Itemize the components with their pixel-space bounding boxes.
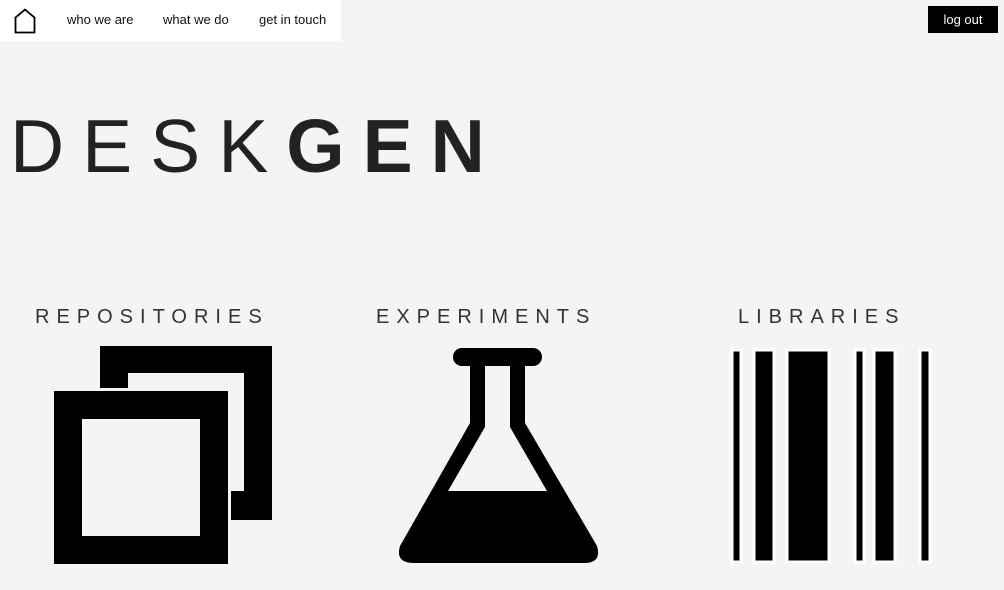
logo-bold-text: GEN — [286, 104, 503, 188]
site-logo: DESKGEN — [10, 102, 503, 190]
section-label-repositories[interactable]: REPOSITORIES — [35, 306, 269, 329]
home-icon[interactable] — [14, 8, 36, 34]
logout-button[interactable]: log out — [928, 6, 998, 33]
section-label-libraries[interactable]: LIBRARIES — [738, 306, 905, 329]
barcode-icon[interactable] — [728, 346, 938, 571]
nav-link-who-we-are[interactable]: who we are — [67, 12, 133, 27]
logo-light-text: DESK — [10, 104, 287, 188]
repositories-icon[interactable] — [51, 346, 274, 571]
section-label-experiments[interactable]: EXPERIMENTS — [376, 306, 596, 329]
top-nav: who we are what we do get in touch — [0, 0, 341, 41]
nav-link-what-we-do[interactable]: what we do — [163, 12, 229, 27]
nav-link-get-in-touch[interactable]: get in touch — [259, 12, 326, 27]
flask-icon[interactable] — [394, 346, 602, 571]
